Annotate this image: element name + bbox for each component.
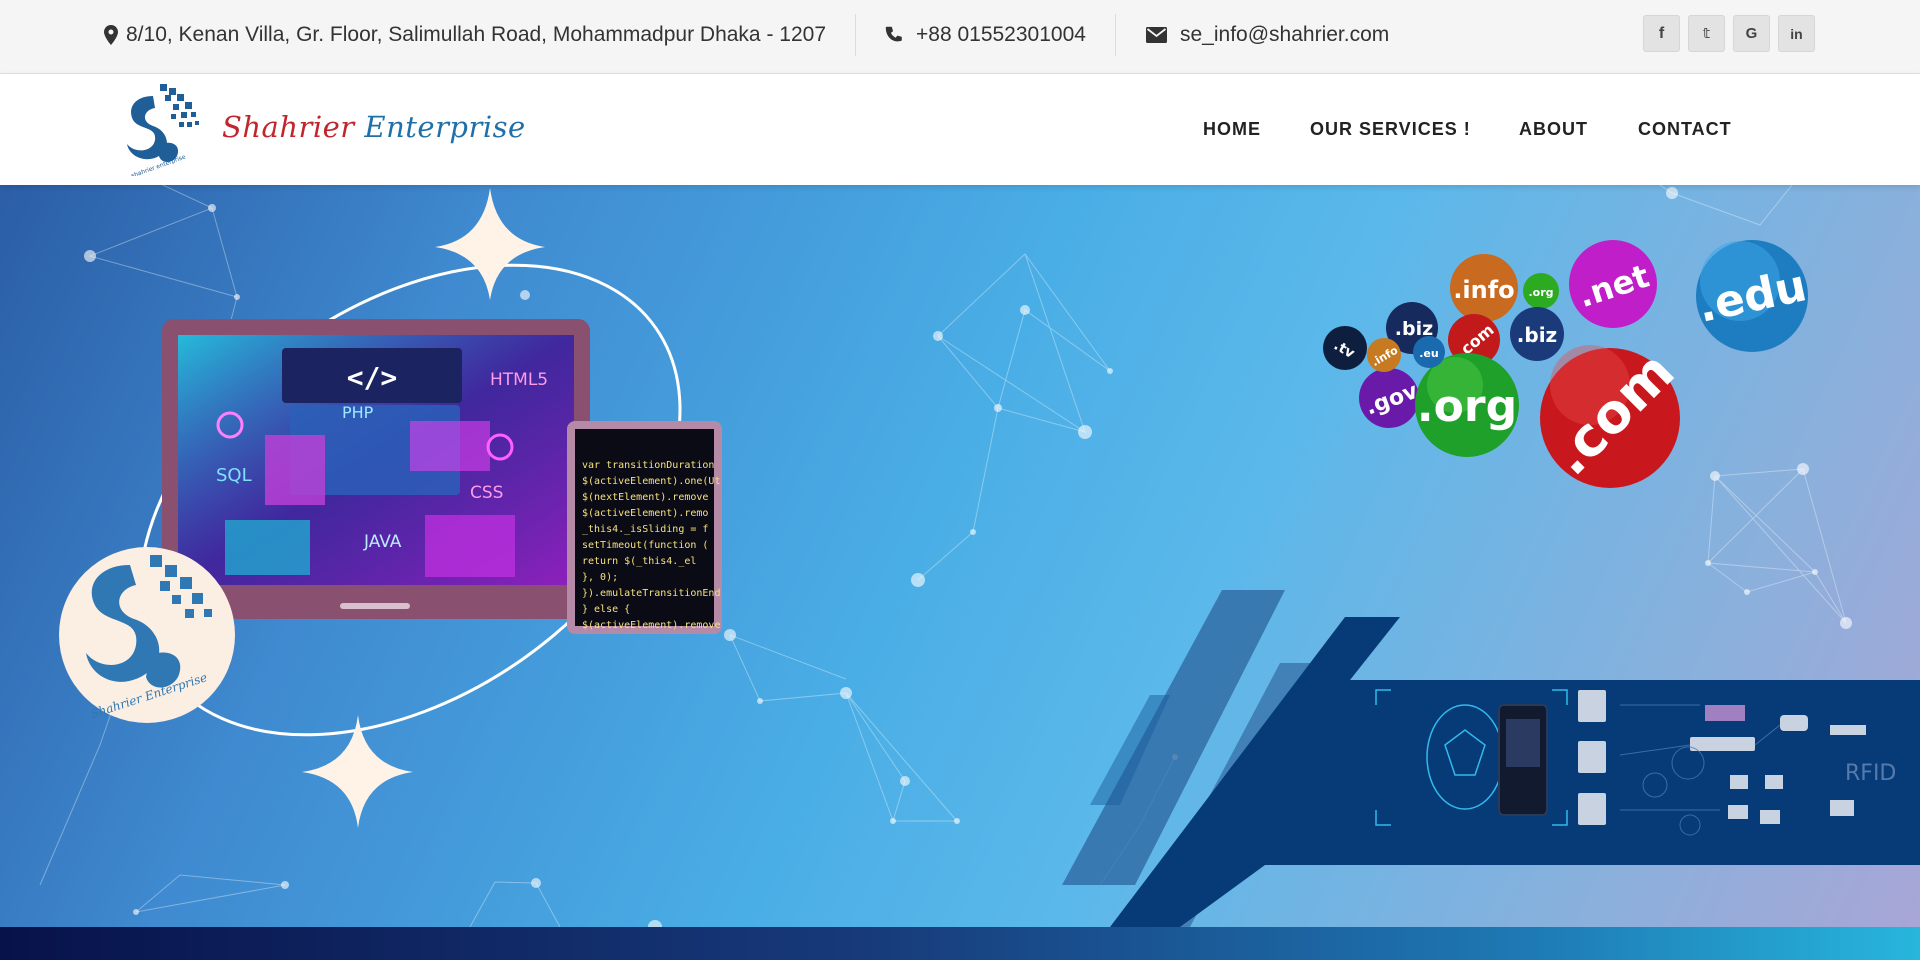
google-icon: G: [1745, 25, 1758, 42]
html5-label: HTML5: [490, 370, 548, 390]
map-marker-icon: [104, 25, 118, 45]
linkedin-icon: in: [1790, 25, 1803, 42]
svg-text:.org: .org: [1528, 286, 1553, 299]
svg-text:.eu: .eu: [1419, 347, 1438, 360]
nav-contact[interactable]: CONTACT: [1638, 74, 1732, 185]
java-label: JAVA: [363, 532, 402, 552]
facebook-button[interactable]: f: [1643, 15, 1680, 52]
top-contact-bar: 8/10, Kenan Villa, Gr. Floor, Salimullah…: [0, 0, 1920, 74]
code-tag-label: </>: [347, 361, 398, 394]
logo-badge: Shahrier Enterprise: [59, 547, 235, 723]
twitter-button[interactable]: 𝕥: [1688, 15, 1725, 52]
svg-text:var transitionDuration: var transitionDuration: [582, 460, 714, 471]
phone-item[interactable]: +88 01552301004: [885, 0, 1086, 70]
nav-our-services[interactable]: OUR SERVICES !: [1310, 74, 1471, 185]
svg-text:}).emulateTransitionEnd: }).emulateTransitionEnd: [582, 588, 720, 599]
bottom-gradient-strip: [0, 927, 1920, 960]
svg-text:.info: .info: [1453, 276, 1514, 304]
svg-text:_this4._isSliding = f: _this4._isSliding = f: [582, 524, 708, 535]
svg-text:$(activeElement).one(Ut: $(activeElement).one(Ut: [582, 476, 720, 487]
svg-text:.org: .org: [1417, 381, 1517, 432]
email-text: se_info@shahrier.com: [1180, 23, 1390, 46]
facebook-icon: f: [1658, 24, 1665, 42]
hero-illustration: </> HTML5 PHP SQL CSS JAVA var transitio…: [39, 185, 1920, 927]
logo-icon: shahrier enterprise: [127, 84, 199, 180]
svg-text:return $(_this4._el: return $(_this4._el: [582, 556, 696, 567]
svg-text:$(nextElement).remove: $(nextElement).remove: [582, 492, 708, 503]
main-header: shahrier enterprise Shahrier Enterprise …: [0, 74, 1920, 185]
phone-text: +88 01552301004: [916, 23, 1086, 46]
brand-name[interactable]: Shahrier Enterprise: [222, 110, 526, 144]
security-tech-panel: RFID: [1062, 590, 1920, 927]
svg-text:$(activeElement).remove: $(activeElement).remove: [582, 620, 720, 631]
divider: [855, 14, 856, 56]
svg-text:} else {: } else {: [582, 604, 630, 615]
nav-about[interactable]: ABOUT: [1519, 74, 1588, 185]
svg-text:.biz: .biz: [1517, 323, 1557, 347]
svg-text:$(activeElement).remo: $(activeElement).remo: [582, 508, 708, 519]
divider: [1115, 14, 1116, 56]
svg-text:setTimeout(function (: setTimeout(function (: [582, 540, 708, 551]
rfid-label: RFID: [1845, 761, 1896, 786]
linkedin-button[interactable]: in: [1778, 15, 1815, 52]
tablet-code-illustration: var transitionDuration $(activeElement).…: [567, 421, 722, 634]
sparkle-icon: [302, 715, 413, 828]
phone-icon: [885, 26, 902, 42]
laptop-illustration: </> HTML5 PHP SQL CSS JAVA: [162, 319, 590, 619]
logo-mark[interactable]: shahrier enterprise: [115, 82, 205, 181]
email-item[interactable]: se_info@shahrier.com: [1146, 0, 1389, 70]
envelope-icon: [1146, 27, 1167, 43]
address-item: 8/10, Kenan Villa, Gr. Floor, Salimullah…: [104, 0, 826, 70]
brand-name-part1: Shahrier: [222, 110, 355, 144]
nav-home[interactable]: HOME: [1203, 74, 1261, 185]
address-text: 8/10, Kenan Villa, Gr. Floor, Salimullah…: [126, 23, 826, 46]
google-button[interactable]: G: [1733, 15, 1770, 52]
sparkle-icon: [435, 188, 545, 300]
brand-name-part2: Enterprise: [364, 110, 526, 144]
css-label: CSS: [470, 483, 503, 503]
svg-text:}, 0);: }, 0);: [582, 572, 618, 583]
domain-spheres: .edu .net .info .org .biz .com .com .biz…: [1323, 240, 1811, 488]
hero-banner: </> HTML5 PHP SQL CSS JAVA var transitio…: [0, 185, 1920, 927]
php-label: PHP: [342, 403, 374, 422]
sql-label: SQL: [216, 465, 252, 486]
twitter-icon: 𝕥: [1702, 25, 1711, 41]
